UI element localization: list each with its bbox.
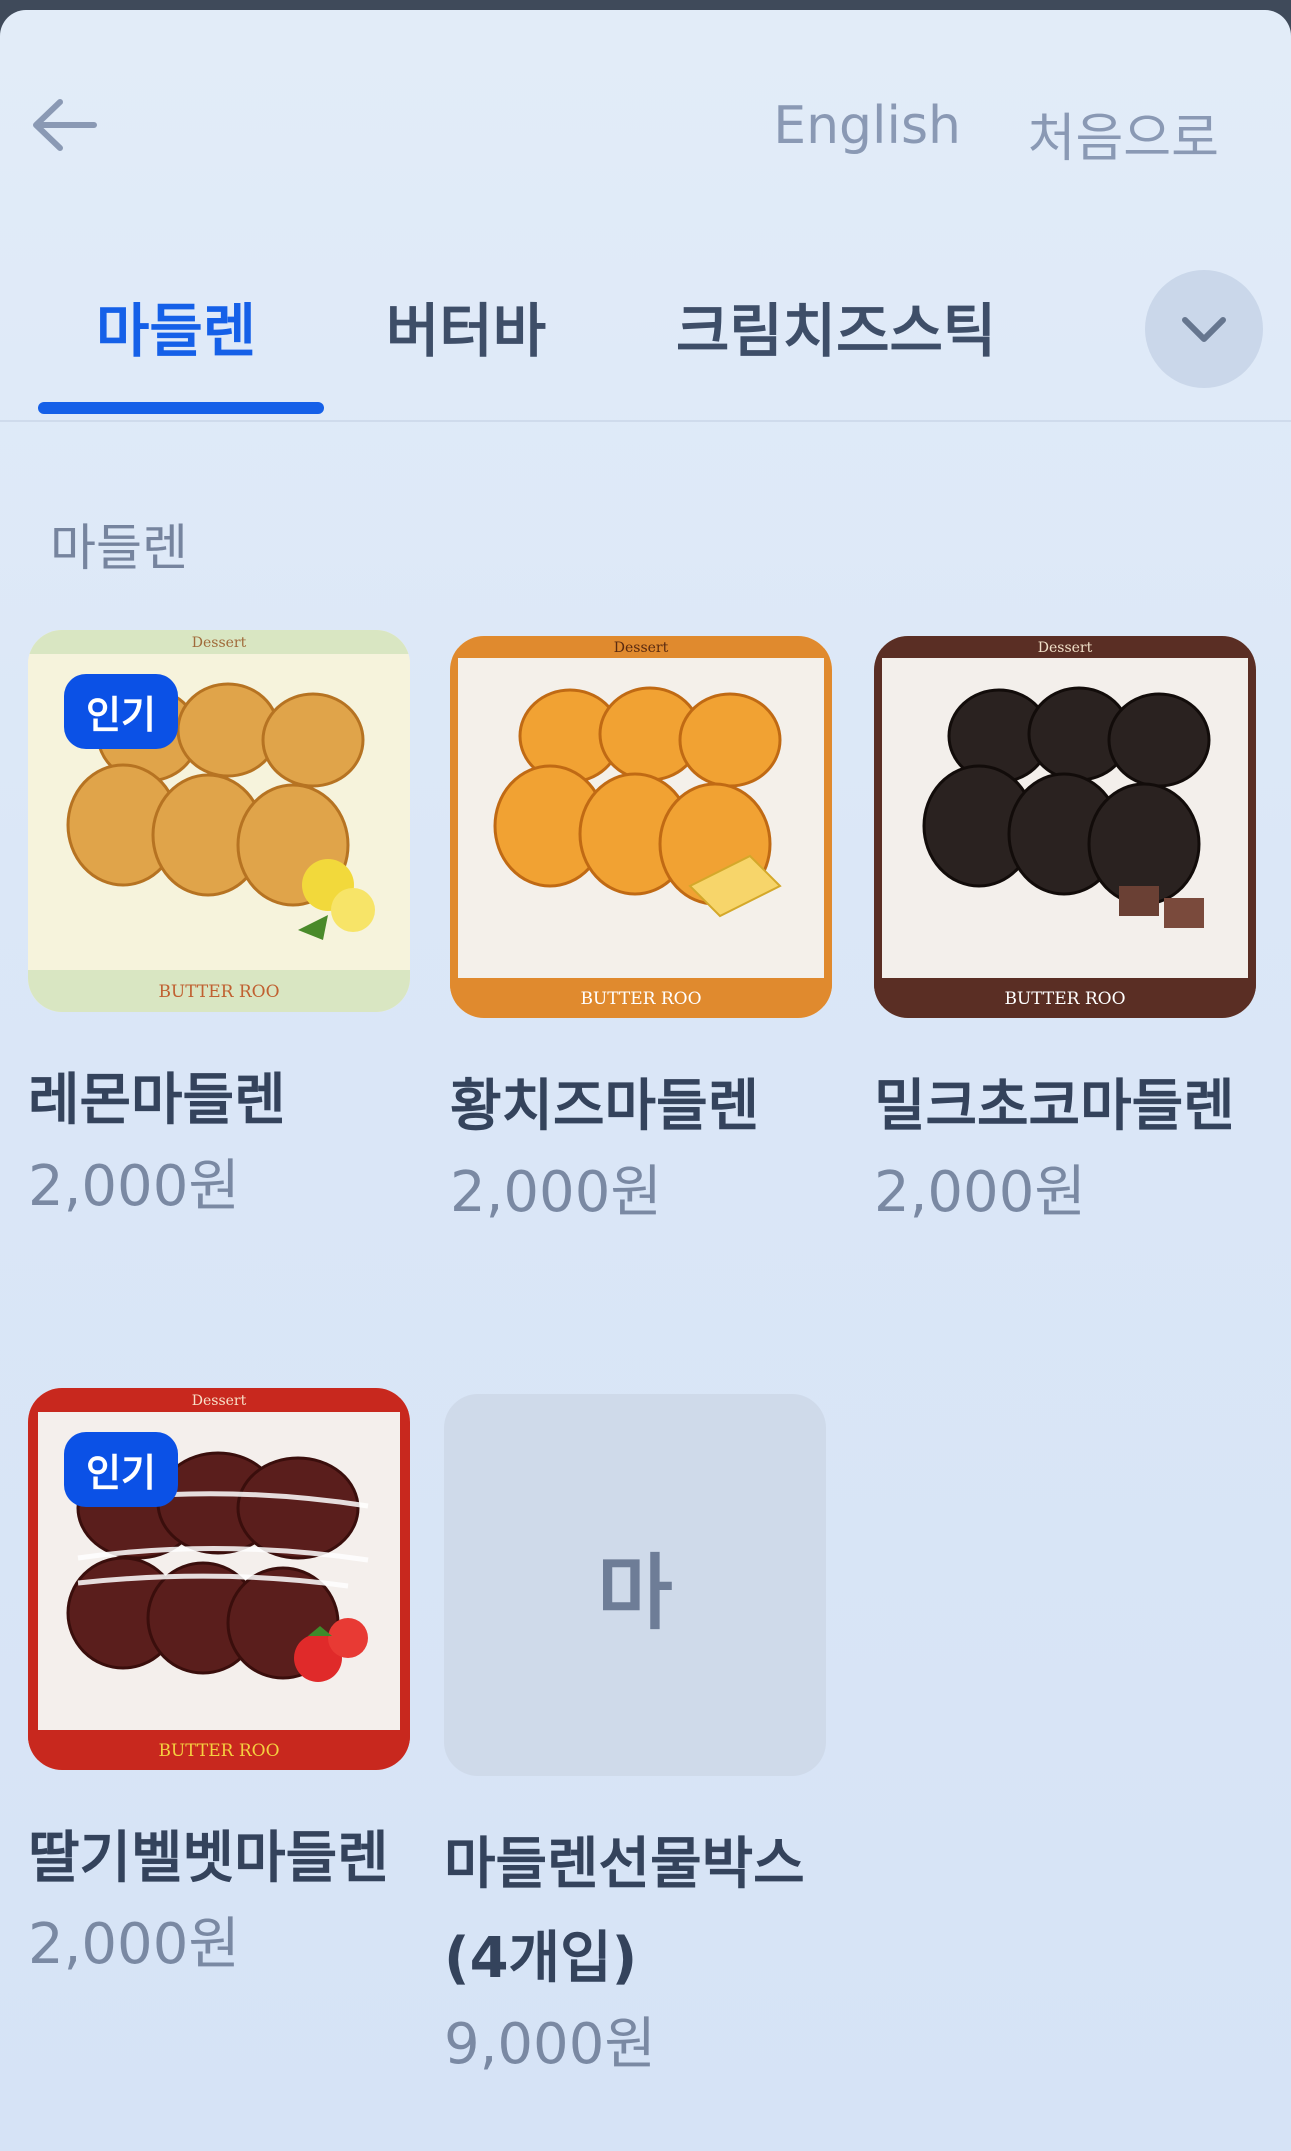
tab-butter-bar[interactable]: 버터바 bbox=[386, 284, 546, 368]
image-footer-text: BUTTER ROO bbox=[1004, 989, 1125, 1009]
product-image: Dessert BUTTER ROO 인기 bbox=[28, 630, 410, 1012]
image-header-text: Dessert bbox=[614, 640, 669, 656]
product-image: Dessert BUTTER ROO 인기 bbox=[28, 1388, 410, 1770]
product-card[interactable]: Dessert BUTTER ROO 황치즈마들렌 2,000원 bbox=[450, 636, 832, 1230]
product-name: 밀크초코마들렌 bbox=[874, 1074, 1235, 1139]
active-tab-indicator bbox=[38, 402, 324, 414]
product-price: 2,000원 bbox=[874, 1160, 1086, 1225]
tab-madeleine[interactable]: 마들렌 bbox=[96, 284, 256, 368]
popular-badge: 인기 bbox=[64, 1432, 178, 1507]
product-card[interactable]: Dessert BUTTER ROO 인기 레몬마들렌 2,000원 bbox=[28, 630, 410, 1224]
section-title: 마들렌 bbox=[50, 519, 188, 577]
expand-categories-button[interactable] bbox=[1145, 270, 1263, 388]
product-card[interactable]: Dessert BUTTER ROO 밀크초코마들렌 2,000원 bbox=[874, 636, 1256, 1230]
product-name: 레몬마들렌 bbox=[28, 1068, 286, 1133]
arrow-left-icon bbox=[33, 99, 97, 151]
image-footer-text: BUTTER ROO bbox=[158, 982, 279, 1002]
product-price: 2,000원 bbox=[28, 1154, 240, 1219]
product-price: 9,000원 bbox=[444, 2012, 656, 2077]
product-card[interactable]: 마 마들렌선물박스(4개입) 9,000원 bbox=[444, 1394, 826, 2082]
image-footer-text: BUTTER ROO bbox=[580, 989, 701, 1009]
product-card[interactable]: Dessert BUTTER ROO 인기 딸기벨벳마들렌 2,000원 bbox=[28, 1388, 410, 1982]
product-price: 2,000원 bbox=[450, 1160, 662, 1225]
product-name: 딸기벨벳마들렌 bbox=[28, 1826, 389, 1891]
product-name: 황치즈마들렌 bbox=[450, 1074, 760, 1139]
product-name: 마들렌선물박스(4개입) bbox=[444, 1832, 805, 1991]
product-image: Dessert BUTTER ROO bbox=[450, 636, 832, 1018]
image-header-text: Dessert bbox=[1038, 640, 1093, 656]
back-button[interactable] bbox=[22, 80, 112, 170]
product-price: 2,000원 bbox=[28, 1912, 240, 1977]
top-bar: English 처음으로 bbox=[0, 10, 1291, 240]
home-button[interactable]: 처음으로 bbox=[1028, 96, 1219, 171]
product-image: Dessert BUTTER ROO bbox=[874, 636, 1256, 1018]
image-header-text: Dessert bbox=[192, 1393, 247, 1409]
kiosk-screen: English 처음으로 마들렌 버터바 크림치즈스틱 마들렌 Dessert bbox=[0, 10, 1291, 2151]
image-header-text: Dessert bbox=[192, 635, 247, 651]
category-tabs: 마들렌 버터바 크림치즈스틱 bbox=[0, 260, 1291, 422]
tab-cream-cheese-stick[interactable]: 크림치즈스틱 bbox=[676, 284, 996, 368]
product-image-placeholder: 마 bbox=[444, 1394, 826, 1776]
chevron-down-icon bbox=[1182, 317, 1226, 342]
placeholder-initial: 마 bbox=[597, 1545, 673, 1641]
language-button[interactable]: English bbox=[773, 96, 961, 156]
image-footer-text: BUTTER ROO bbox=[158, 1741, 279, 1761]
popular-badge: 인기 bbox=[64, 674, 178, 749]
